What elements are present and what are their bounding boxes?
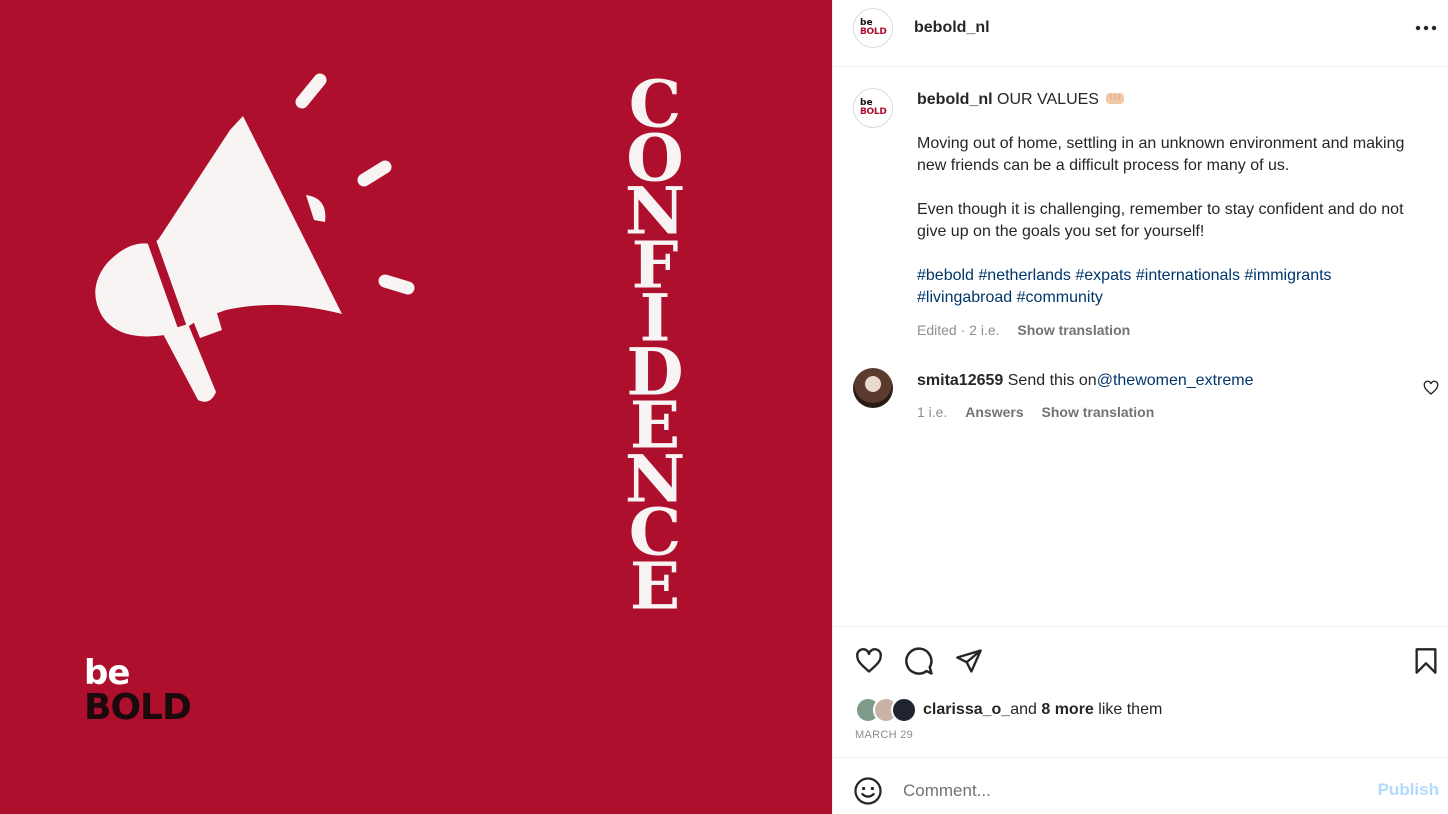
like-button[interactable]: [853, 645, 885, 677]
likes-conj: and: [1010, 701, 1037, 718]
caption-avatar[interactable]: be BOLD: [853, 88, 893, 128]
logo-bold-text: BOLD: [84, 687, 192, 728]
likes-more[interactable]: 8 more: [1041, 701, 1093, 718]
megaphone-icon: [95, 73, 415, 402]
likes-text: clarissa_o_and 8 more like them: [923, 700, 1162, 720]
caption-meta: Edited · 2 i.e. Show translation: [917, 321, 1130, 339]
avatar-bold-text: BOLD: [860, 27, 887, 37]
caption-paragraph: Even though it is challenging, remember …: [917, 201, 1404, 240]
answers-button[interactable]: Answers: [965, 404, 1023, 420]
hashtags: #bebold #netherlands #expats #internatio…: [917, 265, 1417, 309]
comment-meta: 1 i.e. Answers Show translation: [917, 403, 1154, 421]
caption-body: bebold_nl OUR VALUES Moving out of home,…: [917, 89, 1417, 309]
comment-icon: [905, 647, 933, 675]
profile-avatar[interactable]: be BOLD: [853, 8, 893, 48]
save-button[interactable]: [1410, 645, 1442, 677]
publish-button[interactable]: Publish: [1378, 780, 1439, 800]
hashtag-link[interactable]: #netherlands: [978, 267, 1071, 284]
comment-time[interactable]: 1 i.e.: [917, 404, 947, 420]
post-date[interactable]: MARCH 29: [855, 728, 913, 742]
liker-avatar: [891, 697, 917, 723]
share-button[interactable]: [953, 645, 985, 677]
comment-heart-icon[interactable]: [1423, 380, 1439, 396]
show-translation-button[interactable]: Show translation: [1017, 322, 1130, 338]
bookmark-icon: [1415, 648, 1437, 674]
hashtag-link[interactable]: #expats: [1075, 267, 1131, 284]
caption-username[interactable]: bebold_nl: [917, 91, 993, 108]
fist-bump-icon: [1106, 93, 1125, 104]
comment-item: smita12659 Send this on@thewomen_extreme…: [833, 368, 1448, 428]
liker-username[interactable]: clarissa_o_: [923, 701, 1010, 718]
caption-paragraph: Moving out of home, settling in an unkno…: [917, 135, 1405, 174]
comment-composer: Publish: [833, 757, 1448, 814]
hashtag-link[interactable]: #livingabroad: [917, 289, 1012, 306]
share-icon: [956, 649, 982, 673]
hashtag-link[interactable]: #community: [1017, 289, 1103, 306]
more-options-button[interactable]: [1413, 16, 1439, 40]
confidence-word: C O N F I D E N C E: [610, 72, 700, 624]
avatar-bold-text: BOLD: [860, 107, 887, 117]
likes-suffix: like them: [1098, 701, 1163, 718]
header-username[interactable]: bebold_nl: [914, 18, 990, 38]
caption-time[interactable]: · 2 i.e.: [961, 322, 1000, 338]
edited-label: Edited: [917, 322, 957, 338]
comment-text: Send this on: [1007, 372, 1097, 389]
post-header: be BOLD bebold_nl: [833, 0, 1448, 67]
likes-summary[interactable]: clarissa_o_and 8 more like them: [855, 697, 1162, 723]
commenter-username[interactable]: smita12659: [917, 372, 1003, 389]
post-sidebar: be BOLD bebold_nl be BOLD bebold_nl OUR …: [832, 0, 1448, 814]
logo-be-text: be: [84, 653, 130, 693]
comment-button[interactable]: [903, 645, 935, 677]
comment-body: smita12659 Send this on@thewomen_extreme: [917, 370, 1253, 392]
caption-title: OUR VALUES: [997, 91, 1099, 108]
commenter-avatar[interactable]: [853, 368, 893, 408]
post-actions: clarissa_o_and 8 more like them MARCH 29: [833, 626, 1448, 756]
bebold-logo: be BOLD: [84, 656, 208, 728]
post-image[interactable]: C O N F I D E N C E be BOLD: [0, 0, 832, 814]
hashtag-link[interactable]: #internationals: [1136, 267, 1240, 284]
comment-mention[interactable]: @thewomen_extreme: [1097, 372, 1254, 389]
emoji-icon[interactable]: [853, 776, 883, 806]
word-letter: E: [629, 547, 681, 624]
comment-input[interactable]: [903, 776, 1363, 806]
hashtag-link[interactable]: #immigrants: [1244, 267, 1331, 284]
heart-icon: [856, 648, 882, 673]
liker-avatars: [855, 697, 917, 723]
comment-show-translation-button[interactable]: Show translation: [1042, 404, 1155, 420]
more-horizontal-icon: [1415, 25, 1437, 31]
hashtag-link[interactable]: #bebold: [917, 267, 974, 284]
